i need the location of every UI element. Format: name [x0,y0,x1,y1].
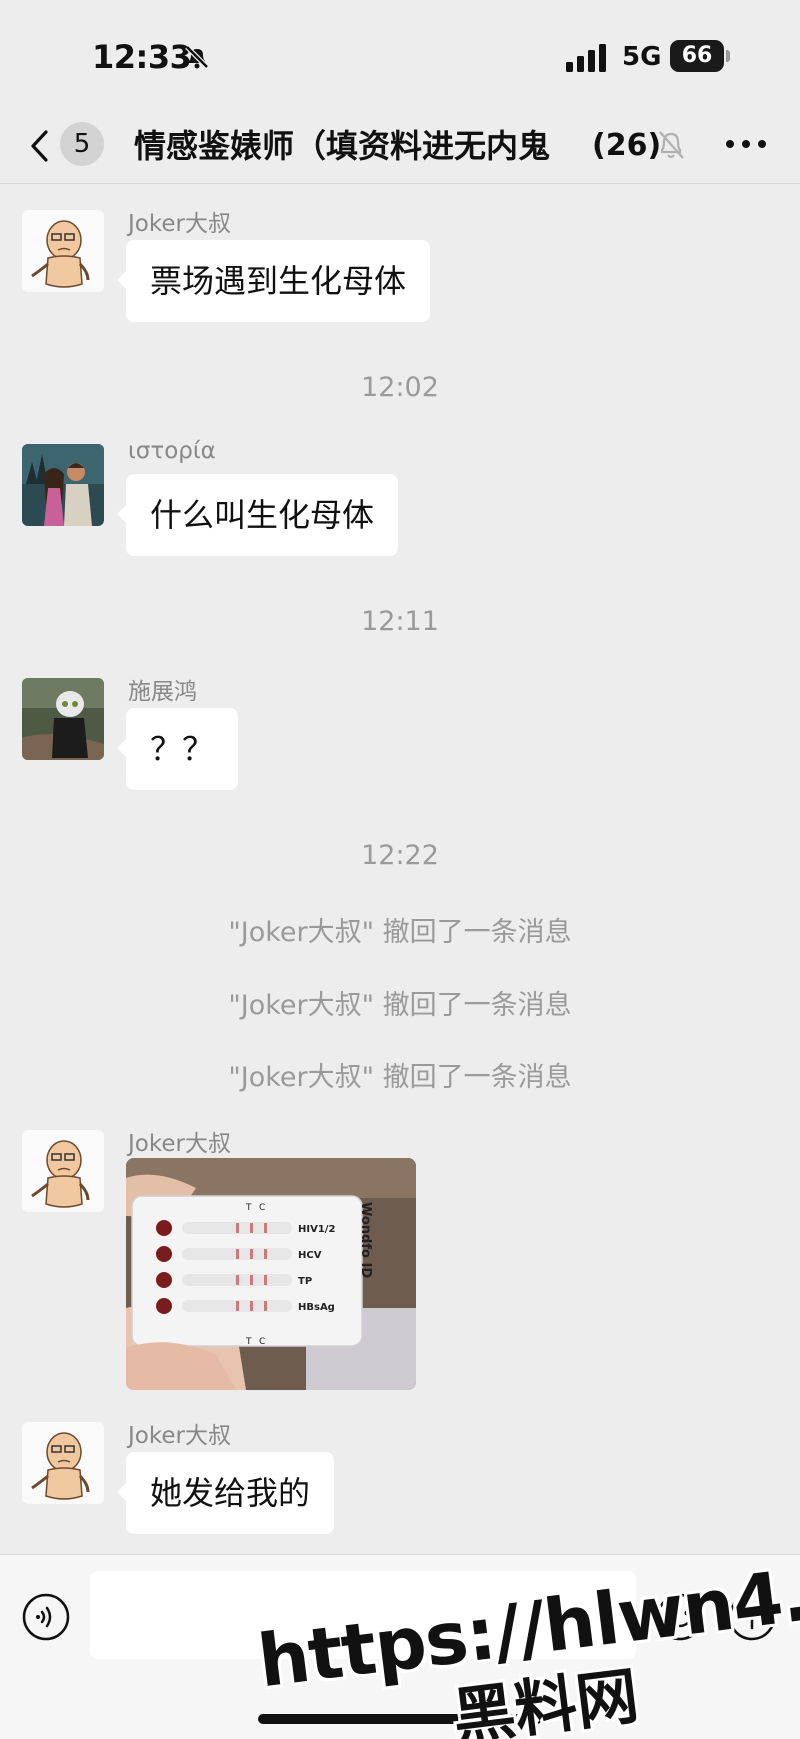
signal-icon [566,44,606,72]
image-message[interactable]: Wondfo ID T C T C HIV1/2 HCV TP HBsAg [126,1158,416,1390]
message-bubble[interactable]: 什么叫生化母体 [116,474,399,556]
bell-slash-icon [185,45,209,69]
timestamp: 12:11 [361,606,439,637]
status-time: 12:33 [92,38,192,76]
timestamp: 12:22 [361,840,439,871]
chevron-left-icon[interactable] [26,126,54,166]
more-icon[interactable] [724,134,768,154]
message-bubble[interactable]: ？？ [116,708,239,790]
network-type: 5G [622,42,662,72]
mute-notifications-icon [659,131,684,159]
test-row-label: TP [298,1276,312,1287]
sender-name: 施展鸿 [128,679,197,705]
recall-notice: "Joker大叔" 撤回了一条消息 [228,990,572,1021]
battery-tip [726,50,730,62]
avatar[interactable] [22,210,104,292]
battery-icon: 66 [670,40,724,72]
chat-title: 情感鉴婊师（填资料进无内鬼 [134,127,551,165]
timestamp: 12:02 [361,372,439,403]
avatar[interactable] [22,1422,104,1504]
sender-name: ιστορία [128,438,216,464]
message-bubble[interactable]: 票场遇到生化母体 [116,240,431,322]
avatar[interactable] [22,444,104,526]
recall-notice: "Joker大叔" 撤回了一条消息 [228,1062,572,1093]
test-row-label: HCV [298,1250,322,1261]
test-column-label: C [259,1203,265,1213]
message-bubble[interactable]: 她发给我的 [116,1452,335,1534]
test-column-label: C [259,1337,265,1347]
test-brand-label: Wondfo ID [358,1202,373,1278]
test-column-label: T [245,1203,252,1213]
sender-name: Joker大叔 [128,1131,231,1157]
sender-name: Joker大叔 [128,211,231,237]
recall-notice: "Joker大叔" 撤回了一条消息 [228,917,572,948]
avatar[interactable] [22,678,104,760]
test-column-label: T [245,1337,252,1347]
test-row-label: HIV1/2 [298,1224,335,1235]
test-row-label: HBsAg [298,1302,335,1313]
voice-input-icon[interactable] [22,1593,70,1641]
unread-count-badge[interactable]: 5 [60,122,104,166]
status-bar: 12:33 5G 66 [0,0,800,110]
avatar[interactable] [22,1130,104,1212]
chat-header: 5 情感鉴婊师（填资料进无内鬼 (26) [0,110,800,184]
sender-name: Joker大叔 [128,1423,231,1449]
member-count: (26) [592,128,662,163]
